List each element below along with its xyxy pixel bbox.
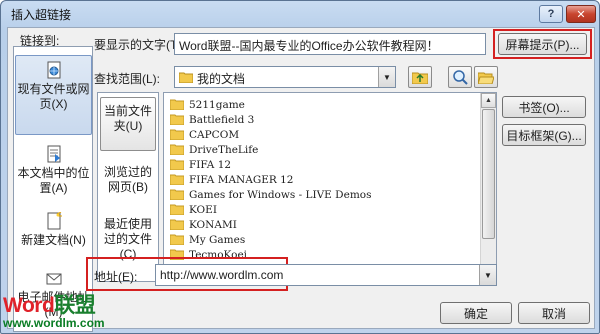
look-in-combo[interactable]: 我的文档 ▼ [174, 66, 396, 88]
browse-file-button[interactable] [474, 66, 498, 88]
display-text-label: 要显示的文字(T): [94, 38, 185, 52]
file-name: DriveTheLife [189, 143, 259, 156]
scroll-thumb[interactable] [482, 109, 495, 239]
new-document-icon [47, 212, 62, 230]
subnav-label: 浏览过的网页(B) [103, 165, 152, 194]
link-item-label: 新建文档(N) [21, 233, 86, 247]
subnav-browsed-pages[interactable]: 浏览过的网页(B) [100, 161, 156, 207]
document-place-icon [47, 145, 60, 163]
folder-icon [169, 234, 185, 246]
watermark: Word联盟 www.wordlm.com [3, 289, 105, 330]
folder-icon [169, 159, 185, 171]
watermark-url: www.wordlm.com [3, 316, 105, 330]
subnav-label: 当前文件夹(U) [103, 104, 152, 133]
watermark-union: 联盟 [54, 294, 96, 317]
file-name: My Games [189, 233, 246, 246]
folder-icon [169, 129, 185, 141]
list-item[interactable]: DriveTheLife [169, 142, 259, 157]
link-item-label: 本文档中的位置(A) [17, 166, 90, 195]
close-button[interactable]: ✕ [566, 5, 596, 23]
folder-icon [179, 72, 193, 83]
chevron-down-icon[interactable]: ▼ [378, 67, 395, 87]
folder-icon [169, 174, 185, 186]
dialog-title: 插入超链接 [11, 8, 72, 22]
folder-icon [169, 99, 185, 111]
file-name: Battlefield 3 [189, 113, 255, 126]
address-value: http://www.wordlm.com [160, 268, 284, 282]
file-list[interactable]: 5211game Battlefield 3 CAPCOM DriveTheLi… [163, 92, 497, 282]
list-item[interactable]: KOEI [169, 202, 217, 217]
look-in-value: 我的文档 [197, 72, 246, 86]
chevron-down-icon[interactable]: ▼ [479, 265, 496, 285]
file-name: 5211game [189, 98, 245, 111]
look-in-label: 查找范围(L): [94, 72, 161, 86]
ok-button[interactable]: 确定 [440, 302, 512, 324]
file-name: FIFA 12 [189, 158, 232, 171]
dialog-body: 链接到: 现有文件或网页(X) 本文档中的位置(A) 新建文档(N) 电子邮件地… [7, 27, 595, 332]
link-item-label: 现有文件或网页(X) [17, 82, 90, 111]
file-name: CAPCOM [189, 128, 240, 141]
file-name: Games for Windows - LIVE Demos [189, 188, 372, 201]
address-input[interactable]: http://www.wordlm.com ▼ [155, 264, 497, 286]
open-folder-icon [478, 72, 494, 84]
file-name: KOEI [189, 203, 217, 216]
scroll-up-icon[interactable]: ▲ [481, 93, 496, 108]
folder-icon [169, 114, 185, 126]
file-name: KONAMI [189, 218, 237, 231]
list-item[interactable]: CAPCOM [169, 127, 240, 142]
folder-icon [169, 219, 185, 231]
up-folder-button[interactable] [408, 66, 432, 88]
vertical-scrollbar[interactable]: ▲ ▼ [480, 93, 496, 281]
insert-hyperlink-dialog: 插入超链接 ? ✕ 链接到: 现有文件或网页(X) 本文档中的位置(A) 新建文… [0, 0, 600, 334]
list-item[interactable]: My Games [169, 232, 246, 247]
subnav: 当前文件夹(U) 浏览过的网页(B) 最近使用过的文件(C) [97, 92, 159, 282]
browse-web-icon [453, 70, 468, 85]
file-name: FIFA MANAGER 12 [189, 173, 294, 186]
list-item[interactable]: FIFA 12 [169, 157, 232, 172]
bookmark-button[interactable]: 书签(O)... [502, 96, 586, 118]
email-icon [46, 273, 61, 285]
help-button[interactable]: ? [539, 5, 563, 23]
browse-web-button[interactable] [448, 66, 472, 88]
address-label: 地址(E): [94, 270, 138, 284]
link-item-existing-file[interactable]: 现有文件或网页(X) [15, 55, 92, 135]
watermark-word: Word [3, 294, 55, 317]
list-item[interactable]: Games for Windows - LIVE Demos [169, 187, 372, 202]
subnav-label: 最近使用过的文件(C) [103, 217, 152, 261]
cancel-button[interactable]: 取消 [518, 302, 590, 324]
link-item-new-document[interactable]: 新建文档(N) [15, 212, 92, 262]
list-item[interactable]: FIFA MANAGER 12 [169, 172, 294, 187]
list-item[interactable]: 5211game [169, 97, 245, 112]
folder-icon [169, 189, 185, 201]
subnav-current-folder[interactable]: 当前文件夹(U) [100, 97, 156, 151]
list-item[interactable]: Battlefield 3 [169, 112, 255, 127]
link-item-place-in-document[interactable]: 本文档中的位置(A) [15, 145, 92, 205]
title-bar[interactable]: 插入超链接 ? ✕ [1, 1, 599, 25]
watermark-logo: Word联盟 [3, 289, 105, 319]
globe-document-icon [47, 61, 60, 79]
up-folder-icon [412, 72, 428, 84]
target-frame-button[interactable]: 目标框架(G)... [502, 124, 586, 146]
screen-tip-button[interactable]: 屏幕提示(P)... [498, 33, 587, 55]
list-item[interactable]: KONAMI [169, 217, 237, 232]
folder-icon [169, 204, 185, 216]
folder-icon [169, 144, 185, 156]
display-text-input[interactable]: Word联盟--国内最专业的Office办公软件教程网！ [174, 33, 486, 55]
